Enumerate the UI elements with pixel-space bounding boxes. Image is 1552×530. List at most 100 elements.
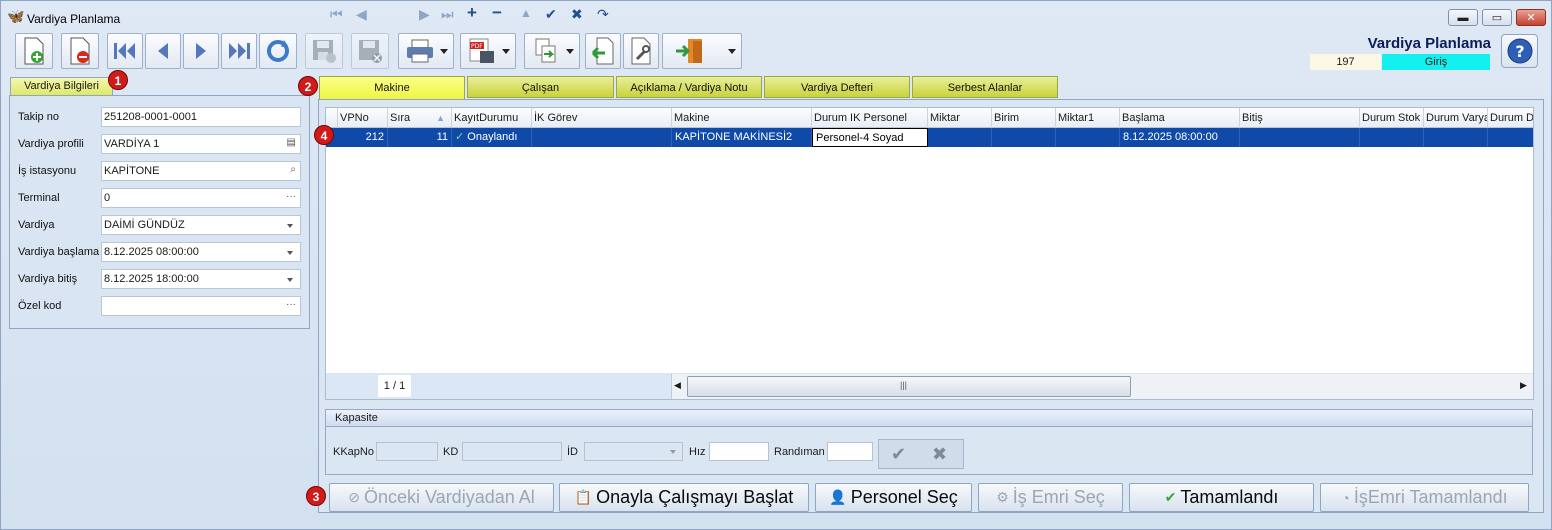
refresh-button[interactable]	[259, 33, 297, 69]
save-cancel-button[interactable]	[351, 33, 389, 69]
cell-durum-ik-personel[interactable]: Personel-4 Soyad	[812, 128, 928, 147]
makine-grid[interactable]: VPNo Sıra ▲ KayıtDurumu İK Görev Makine D…	[325, 107, 1534, 400]
cell-vpno[interactable]: 212	[338, 128, 388, 147]
save-button[interactable]	[305, 33, 343, 69]
tab-serbest-alanlar[interactable]: Serbest Alanlar	[912, 76, 1058, 98]
nav-refresh-icon[interactable]: ↷	[597, 6, 609, 23]
kkapno-field[interactable]	[376, 442, 438, 461]
onayla-baslat-button[interactable]: 📋 Onayla Çalışmayı Başlat	[559, 483, 809, 512]
maximize-button[interactable]: ▭	[1482, 9, 1512, 26]
next-record-button[interactable]	[183, 33, 219, 69]
cell-durum-stok[interactable]	[1360, 128, 1424, 147]
col-baslama[interactable]: Başlama	[1120, 108, 1240, 128]
ellipsis-icon[interactable]: ···	[286, 299, 296, 310]
col-bitis[interactable]: Bitiş	[1240, 108, 1360, 128]
nav-next-icon[interactable]: ▶	[419, 6, 430, 23]
cell-miktar1[interactable]	[1056, 128, 1120, 147]
cell-ik-gorev[interactable]	[532, 128, 672, 147]
vardiya-bitis-field[interactable]: 8.12.2025 18:00:00	[101, 269, 301, 289]
vardiya-baslama-field[interactable]: 8.12.2025 08:00:00	[101, 242, 301, 262]
list-icon[interactable]: ▤	[287, 137, 296, 148]
col-kayit-durumu[interactable]: KayıtDurumu	[452, 108, 532, 128]
col-sira[interactable]: Sıra ▲	[388, 108, 452, 128]
isemri-tamamlandi-button[interactable]: ◔ İşEmri Tamamlandı	[1320, 483, 1529, 512]
cell-kayit-durumu[interactable]: ✓ Onaylandı	[452, 128, 532, 147]
randiman-field[interactable]	[827, 442, 873, 461]
nav-last-icon[interactable]: ⏭	[441, 6, 454, 23]
cell-miktar[interactable]	[928, 128, 992, 147]
first-record-button[interactable]	[107, 33, 143, 69]
chevron-down-icon[interactable]	[287, 224, 293, 228]
nav-remove-icon[interactable]: −	[492, 3, 502, 23]
minimize-button[interactable]: ▬	[1448, 9, 1478, 26]
takip-no-field[interactable]: 251208-0001-0001	[101, 107, 301, 127]
chevron-down-icon[interactable]	[287, 251, 293, 255]
col-durum-ik-personel[interactable]: Durum IK Personel	[812, 108, 928, 128]
last-record-button[interactable]	[221, 33, 257, 69]
cell-sira[interactable]: 11	[388, 128, 452, 147]
col-miktar1[interactable]: Miktar1	[1056, 108, 1120, 128]
copy-transfer-button[interactable]	[524, 33, 580, 69]
pager-text: 1 / 1	[378, 375, 411, 397]
scroll-right-icon[interactable]: ▶	[1520, 380, 1527, 391]
print-button[interactable]	[398, 33, 454, 69]
new-record-button[interactable]	[15, 33, 53, 69]
onceki-vardiyadan-al-button[interactable]: ⊘ Önceki Vardiyadan Al	[329, 483, 554, 512]
terminal-field[interactable]: 0 ···	[101, 188, 301, 208]
cell-bitis[interactable]	[1240, 128, 1360, 147]
hiz-field[interactable]	[709, 442, 769, 461]
cancel-icon[interactable]: ✖	[932, 444, 947, 465]
tab-aciklama[interactable]: Açıklama / Vardiya Notu	[616, 76, 762, 98]
kd-field[interactable]	[462, 442, 562, 461]
ozel-kod-field[interactable]: ···	[101, 296, 301, 316]
col-ik-gorev[interactable]: İK Görev	[532, 108, 672, 128]
cell-baslama[interactable]: 8.12.2025 08:00:00	[1120, 128, 1240, 147]
vardiya-select[interactable]: DAİMİ GÜNDÜZ	[101, 215, 301, 235]
previous-icon	[158, 43, 168, 59]
tab-makine[interactable]: Makine	[319, 76, 465, 100]
tab-vardiya-bilgileri[interactable]: Vardiya Bilgileri	[10, 77, 113, 95]
previous-record-button[interactable]	[145, 33, 181, 69]
callout-badge-1: 1	[108, 70, 128, 90]
nav-cancel-icon[interactable]: ✖	[571, 6, 583, 23]
cell-makine[interactable]: KAPİTONE MAKİNESİ2	[672, 128, 812, 147]
nav-prev-icon[interactable]: ◀	[356, 6, 367, 23]
exit-button[interactable]	[662, 33, 742, 69]
col-durum-varya[interactable]: Durum Varya	[1424, 108, 1488, 128]
nav-first-icon[interactable]: ⏮	[330, 6, 343, 23]
cell-durum-ds[interactable]	[1488, 128, 1533, 147]
delete-record-button[interactable]	[61, 33, 99, 69]
is-istasyonu-field[interactable]: KAPİTONE ⌕	[101, 161, 301, 181]
cell-durum-varya[interactable]	[1424, 128, 1488, 147]
tab-calisan[interactable]: Çalışan	[467, 76, 614, 98]
search-icon[interactable]: ⌕	[290, 164, 296, 175]
col-vpno[interactable]: VPNo	[338, 108, 388, 128]
label-terminal: Terminal	[18, 192, 60, 204]
tamamlandi-button[interactable]: ✔ Tamamlandı	[1129, 483, 1314, 512]
col-durum-stok[interactable]: Durum Stok	[1360, 108, 1424, 128]
confirm-icon[interactable]: ✔	[891, 444, 906, 465]
personel-sec-button[interactable]: 👤 Personel Seç	[815, 483, 972, 512]
settings-button[interactable]	[623, 33, 659, 69]
chevron-down-icon[interactable]	[287, 278, 293, 282]
tab-vardiya-defteri[interactable]: Vardiya Defteri	[764, 76, 910, 98]
col-durum-ds[interactable]: Durum DS	[1488, 108, 1533, 128]
vardiya-profili-field[interactable]: VARDİYA 1 ▤	[101, 134, 301, 154]
nav-add-icon[interactable]: +	[467, 3, 477, 23]
scrollbar-thumb[interactable]: |||	[687, 376, 1131, 397]
ellipsis-icon[interactable]: ···	[286, 191, 296, 202]
col-miktar[interactable]: Miktar	[928, 108, 992, 128]
col-makine[interactable]: Makine	[672, 108, 812, 128]
col-birim[interactable]: Birim	[992, 108, 1056, 128]
help-button[interactable]: ?	[1501, 34, 1538, 68]
export-pdf-button[interactable]: PDF	[460, 33, 516, 69]
close-button[interactable]: ✕	[1516, 9, 1546, 26]
is-emri-sec-button[interactable]: ⚙ İş Emri Seç	[978, 483, 1123, 512]
nav-up-icon[interactable]: ▲	[520, 6, 532, 20]
cell-birim[interactable]	[992, 128, 1056, 147]
import-button[interactable]	[585, 33, 621, 69]
callout-badge-3: 3	[306, 486, 326, 506]
id-select[interactable]	[584, 442, 683, 461]
scroll-left-icon[interactable]: ◀	[674, 380, 681, 391]
nav-accept-icon[interactable]: ✔	[545, 6, 557, 23]
